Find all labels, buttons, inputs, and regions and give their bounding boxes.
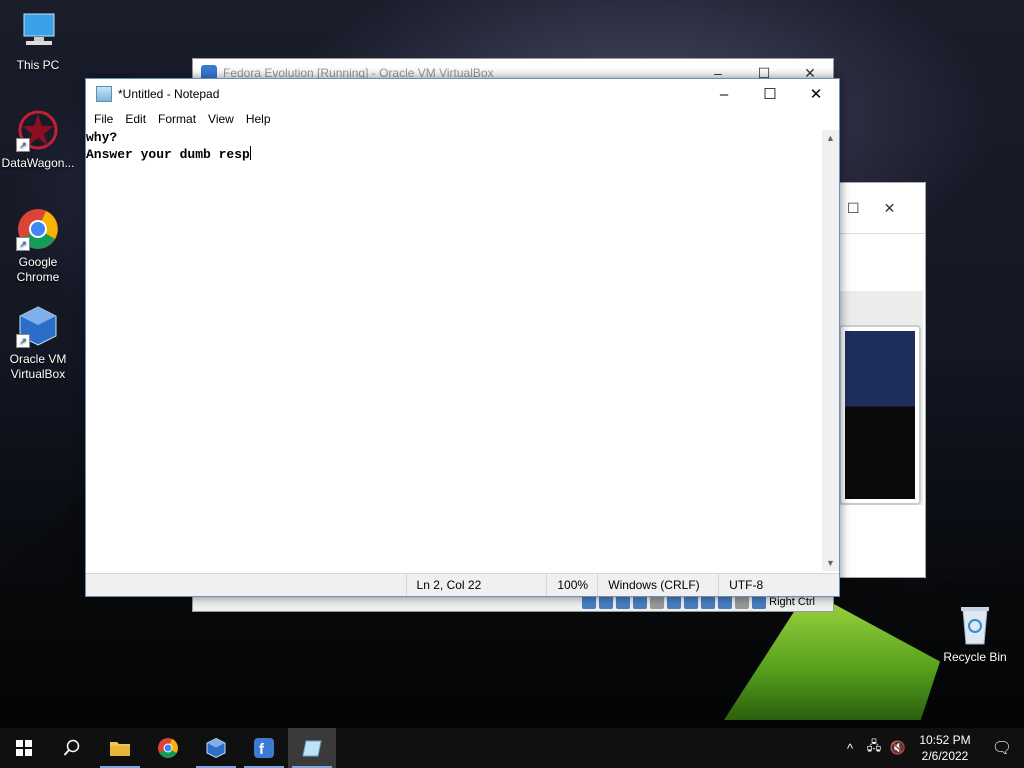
datawagon-icon: ↗	[16, 108, 60, 152]
menu-help[interactable]: Help	[240, 112, 277, 126]
audio-icon[interactable]	[616, 595, 631, 609]
computer-icon	[16, 10, 60, 54]
close-button[interactable]: ✕	[793, 79, 839, 109]
menu-edit[interactable]: Edit	[119, 112, 152, 126]
taskbar-chrome[interactable]	[144, 728, 192, 768]
text-line-with-caret: Answer your dumb resp	[86, 146, 821, 163]
cpu-icon[interactable]	[718, 595, 733, 609]
status-zoom: 100%	[546, 574, 597, 596]
desktop-icon-label: Recycle Bin	[943, 650, 1007, 664]
host-key-icon	[752, 595, 767, 609]
shortcut-arrow-icon: ↗	[16, 334, 30, 348]
vm-preview	[839, 325, 921, 505]
notification-icon[interactable]: 🗨	[980, 738, 1024, 758]
status-position: Ln 2, Col 22	[405, 574, 547, 596]
vertical-scrollbar[interactable]: ▲ ▼	[822, 130, 839, 571]
start-button[interactable]	[0, 728, 48, 768]
fedora-icon: f	[254, 738, 274, 758]
notepad-icon	[302, 740, 322, 757]
desktop-icon-recycle-bin[interactable]: Recycle Bin	[937, 602, 1013, 665]
taskbar: f ^ 🖧 🔇 10:52 PM 2/6/2022 🗨	[0, 728, 1024, 768]
scroll-down-icon[interactable]: ▼	[822, 555, 839, 571]
system-tray: ^ 🖧 🔇 10:52 PM 2/6/2022 🗨	[838, 728, 1024, 768]
notepad-statusbar: Ln 2, Col 22 100% Windows (CRLF) UTF-8	[86, 573, 839, 596]
clock-time: 10:52 PM	[919, 733, 971, 747]
virtualbox-icon: ↗	[16, 304, 60, 348]
desktop-icon-label: Oracle VM VirtualBox	[9, 352, 67, 381]
text-line: why?	[86, 130, 118, 145]
maximize-button[interactable]: ☐	[747, 79, 793, 109]
status-spacer	[86, 574, 406, 596]
recycle-bin-icon	[953, 602, 997, 646]
search-button[interactable]	[48, 728, 96, 768]
desktop-icon-label: This PC	[16, 58, 60, 72]
clock-date: 2/6/2022	[921, 749, 969, 763]
notepad-titlebar: *Untitled - Notepad – ☐ ✕	[86, 79, 839, 109]
clock[interactable]: 10:52 PM 2/6/2022	[910, 732, 980, 764]
notepad-icon	[96, 86, 112, 102]
window-title: *Untitled - Notepad	[118, 87, 220, 101]
usb-icon[interactable]	[650, 595, 665, 609]
scroll-up-icon[interactable]: ▲	[822, 130, 839, 146]
minimize-button[interactable]: –	[701, 79, 747, 109]
menu-bar: File Edit Format View Help	[86, 109, 839, 129]
desktop-icon-google-chrome[interactable]: ↗ Google Chrome	[0, 207, 76, 285]
virtualbox-icon	[206, 737, 226, 759]
display-icon[interactable]	[684, 595, 699, 609]
windows-icon	[16, 740, 32, 756]
status-encoding: UTF-8	[718, 574, 839, 596]
taskbar-file-explorer[interactable]	[96, 728, 144, 768]
close-button[interactable]: ✕	[884, 200, 896, 217]
desktop-icon-this-pc[interactable]: This PC	[0, 10, 76, 73]
network-icon[interactable]	[633, 595, 648, 609]
shortcut-arrow-icon: ↗	[16, 138, 30, 152]
optical-drive-icon[interactable]	[599, 595, 614, 609]
menu-file[interactable]: File	[88, 112, 119, 126]
search-icon	[63, 739, 80, 756]
taskbar-virtualbox[interactable]	[192, 728, 240, 768]
chrome-icon: ↗	[16, 207, 60, 251]
taskbar-notepad[interactable]	[288, 728, 336, 768]
secondary-titlebar: ☐ ✕	[837, 183, 925, 234]
host-key-label: Right Ctrl	[769, 596, 815, 608]
video-capture-icon[interactable]	[701, 595, 716, 609]
mouse-integration-icon[interactable]	[735, 595, 750, 609]
shared-folders-icon[interactable]	[667, 595, 682, 609]
chevron-up-icon[interactable]: ^	[838, 741, 862, 756]
menu-view[interactable]: View	[202, 112, 240, 126]
taskbar-fedora-vm[interactable]: f	[240, 728, 288, 768]
menu-format[interactable]: Format	[152, 112, 202, 126]
text-caret	[249, 146, 251, 160]
virtualbox-secondary-window[interactable]: ☐ ✕	[836, 182, 926, 578]
text-line: Answer your dumb resp	[86, 147, 250, 162]
desktop-icon-datawagon[interactable]: ↗ DataWagon...	[0, 108, 76, 171]
notepad-window[interactable]: *Untitled - Notepad – ☐ ✕ File Edit Form…	[85, 78, 840, 597]
volume-muted-icon[interactable]: 🔇	[886, 740, 910, 756]
text-editor[interactable]: why? Answer your dumb resp	[86, 130, 821, 571]
desktop-icon-label: Google Chrome	[16, 255, 60, 284]
maximize-button[interactable]: ☐	[847, 200, 860, 217]
status-line-ending: Windows (CRLF)	[597, 574, 718, 596]
chrome-icon	[158, 738, 178, 758]
desktop-icon-virtualbox[interactable]: ↗ Oracle VM VirtualBox	[0, 304, 76, 382]
folder-icon	[110, 742, 130, 756]
network-icon[interactable]: 🖧	[862, 737, 886, 759]
shortcut-arrow-icon: ↗	[16, 237, 30, 251]
desktop-icon-label: DataWagon...	[1, 156, 75, 170]
hard-disk-icon[interactable]	[582, 595, 597, 609]
